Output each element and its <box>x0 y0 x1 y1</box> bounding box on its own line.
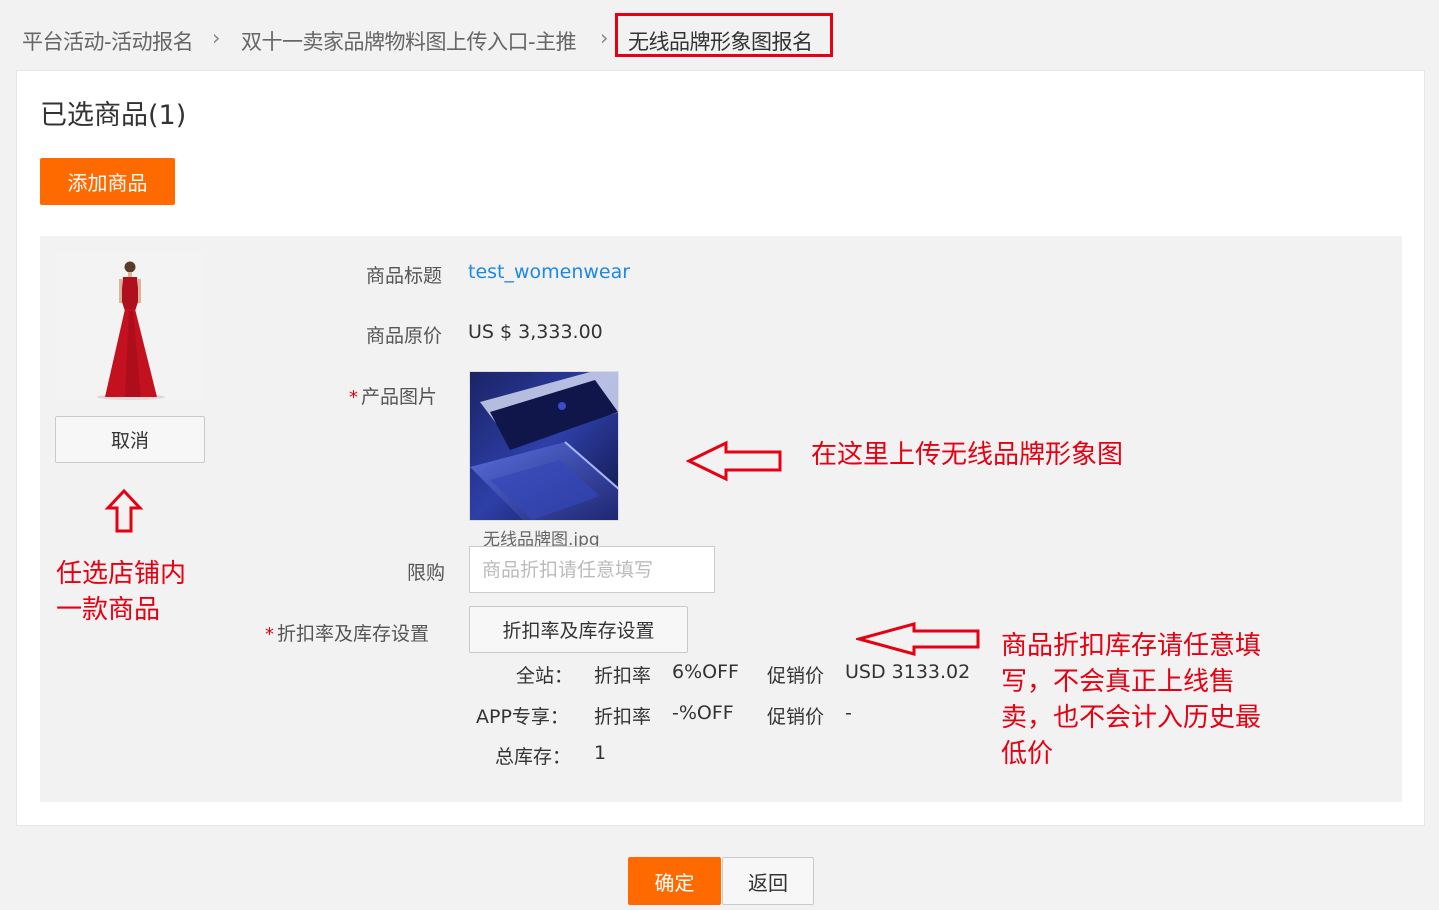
discount-label-text: 折扣率及库存设置 <box>277 623 430 645</box>
select-note-line: 任选店铺内 <box>56 559 187 589</box>
confirm-button[interactable]: 确定 <box>628 857 721 905</box>
section-title: 已选商品(1) <box>40 100 187 131</box>
product-image-label-text: 产品图片 <box>361 386 438 408</box>
arrow-left-annotation-icon <box>686 440 782 482</box>
promo-value: USD 3133.02 <box>845 661 971 683</box>
product-title-label: 商品标题 <box>366 265 443 287</box>
dress-image <box>55 251 205 401</box>
promo-value: - <box>845 702 852 724</box>
back-button[interactable]: 返回 <box>722 857 814 905</box>
arrow-left-annotation-icon <box>856 622 980 656</box>
breadcrumb-item-current: 无线品牌形象图报名 <box>628 30 813 54</box>
product-thumbnail <box>55 251 205 401</box>
scope-label: APP专享： <box>476 706 569 728</box>
discount-note-line: 写，不会真正上线售 <box>1001 667 1236 697</box>
product-image-label: * 产品图片 <box>349 382 437 409</box>
chevron-right-icon: › <box>212 26 221 50</box>
rate-value: 6%OFF <box>672 661 739 683</box>
product-price-label: 商品原价 <box>366 325 443 347</box>
discount-note-line: 低价 <box>1001 739 1054 769</box>
discount-stock-settings-button[interactable]: 折扣率及库存设置 <box>469 606 688 653</box>
upload-note: 在这里上传无线品牌形象图 <box>811 440 1124 470</box>
limit-label: 限购 <box>407 562 446 584</box>
stock-value: 1 <box>594 742 607 764</box>
add-product-button[interactable]: 添加商品 <box>40 158 175 205</box>
discount-note: 商品折扣库存请任意填 写，不会真正上线售 卖，也不会计入历史最 低价 <box>1001 628 1261 772</box>
rate-label: 折扣率 <box>594 706 652 728</box>
uploaded-image-thumbnail[interactable] <box>469 371 619 521</box>
product-price-value: US $ 3,333.00 <box>468 321 603 343</box>
rate-label: 折扣率 <box>594 665 652 687</box>
scope-label: 全站： <box>516 665 574 687</box>
cancel-button[interactable]: 取消 <box>55 416 205 463</box>
phone-image <box>470 372 618 520</box>
chevron-right-icon: › <box>600 26 609 50</box>
discount-note-line: 商品折扣库存请任意填 <box>1001 631 1262 661</box>
required-mark: * <box>265 624 274 645</box>
breadcrumb-item-double11[interactable]: 双十一卖家品牌物料图上传入口-主推 <box>241 26 577 56</box>
promo-label: 促销价 <box>767 706 825 728</box>
required-mark: * <box>349 387 358 408</box>
select-product-note: 任选店铺内 一款商品 <box>56 556 186 628</box>
discount-note-line: 卖，也不会计入历史最 <box>1001 703 1262 733</box>
product-title-link[interactable]: test_womenwear <box>468 261 630 283</box>
rate-value: -%OFF <box>672 702 734 724</box>
stock-label: 总库存： <box>495 746 572 768</box>
breadcrumb-item-platform-activity[interactable]: 平台活动-活动报名 <box>22 26 194 56</box>
discount-label: * 折扣率及库存设置 <box>265 619 429 646</box>
promo-label: 促销价 <box>767 665 825 687</box>
arrow-up-annotation-icon <box>104 488 144 533</box>
limit-input[interactable] <box>469 546 715 593</box>
select-note-line: 一款商品 <box>56 595 161 625</box>
